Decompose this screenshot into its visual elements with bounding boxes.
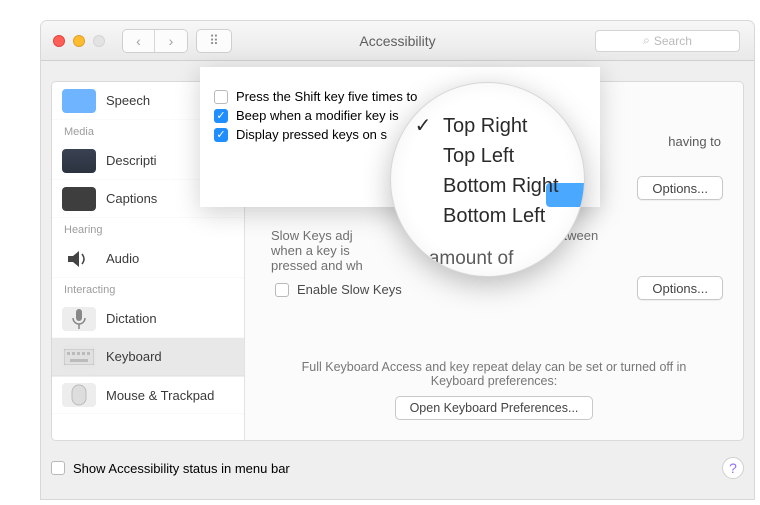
back-button[interactable]: ‹ (123, 30, 155, 52)
bottom-bar: Show Accessibility status in menu bar ? (51, 453, 744, 483)
titlebar: ‹ › ⠿ Accessibility ⌕ Search (41, 21, 754, 61)
help-button[interactable]: ? (722, 457, 744, 479)
menu-item-label: Top Right (443, 111, 528, 141)
sidebar-item-keyboard[interactable]: Keyboard (52, 338, 244, 376)
chevron-left-icon: ‹ (136, 33, 141, 49)
checkbox-label: Beep when a modifier key is (236, 108, 399, 123)
checkmark-icon: ✓ (413, 111, 433, 141)
sidebar-item-label: Captions (106, 191, 157, 206)
checkbox-label: Display pressed keys on s (236, 127, 387, 142)
microphone-icon (62, 307, 96, 331)
keyboard-footer: Full Keyboard Access and key repeat dela… (245, 360, 743, 420)
lens-extra-text: e amount of (413, 248, 513, 270)
position-menu[interactable]: ✓ Top Right Top Left Bottom Right Bottom… (413, 111, 574, 231)
show-status-checkbox[interactable] (51, 461, 65, 475)
menu-item-bottom-left[interactable]: Bottom Left (413, 201, 574, 231)
sidebar-item-mouse-trackpad[interactable]: Mouse & Trackpad (52, 376, 244, 414)
grid-icon: ⠿ (209, 33, 219, 49)
keyboard-icon (62, 345, 96, 369)
menu-item-label: Top Left (443, 141, 514, 171)
mouse-icon (62, 383, 96, 407)
captions-icon (62, 187, 96, 211)
show-status-label: Show Accessibility status in menu bar (73, 461, 290, 476)
forward-button[interactable]: › (155, 30, 187, 52)
speaker-icon (62, 247, 96, 271)
sidebar-item-label: Dictation (106, 311, 157, 326)
footer-text: Full Keyboard Access and key repeat dela… (245, 360, 743, 388)
sticky-keys-options-button[interactable]: Options... (637, 176, 723, 200)
sidebar-item-label: Audio (106, 251, 139, 266)
window-controls (53, 35, 105, 47)
sidebar-item-label: Keyboard (106, 349, 162, 364)
search-icon: ⌕ (643, 33, 650, 48)
checkbox-icon (275, 283, 289, 297)
sidebar-item-label: Mouse & Trackpad (106, 388, 214, 403)
sidebar-item-audio[interactable]: Audio (52, 240, 244, 278)
search-placeholder: Search (654, 34, 692, 48)
zoom-icon[interactable] (93, 35, 105, 47)
sidebar-item-label: Descripti (106, 153, 157, 168)
slow-keys-options-button[interactable]: Options... (637, 276, 723, 300)
magnifier-lens: s ✓ Top Right Top Left Bottom Right Bott… (390, 82, 585, 277)
checkbox-icon (214, 90, 228, 104)
checkbox-checked-icon: ✓ (214, 109, 228, 123)
sticky-desc-trailing: having to (668, 134, 721, 149)
sidebar-item-label: Speech (106, 93, 150, 108)
close-icon[interactable] (53, 35, 65, 47)
minimize-icon[interactable] (73, 35, 85, 47)
checkbox-label: Press the Shift key five times to (236, 89, 417, 104)
checkbox-checked-icon: ✓ (214, 128, 228, 142)
sidebar-item-dictation[interactable]: Dictation (52, 300, 244, 338)
menu-item-label: Bottom Left (443, 201, 545, 231)
sidebar-section-hearing: Hearing (52, 218, 244, 240)
menu-item-top-left[interactable]: Top Left (413, 141, 574, 171)
descriptions-icon (62, 149, 96, 173)
show-all-button[interactable]: ⠿ (197, 30, 231, 52)
search-field[interactable]: ⌕ Search (595, 30, 740, 52)
chevron-right-icon: › (169, 33, 174, 49)
help-icon: ? (729, 460, 737, 476)
checkbox-label: Enable Slow Keys (297, 282, 402, 297)
menu-item-top-right[interactable]: ✓ Top Right (413, 111, 574, 141)
nav-back-forward[interactable]: ‹ › (123, 30, 187, 52)
lens-ghost-text: s (572, 82, 578, 91)
speech-bubble-icon (62, 89, 96, 113)
enable-slow-keys-checkbox[interactable]: Enable Slow Keys (275, 282, 402, 297)
menu-item-label: Bottom Right (443, 171, 559, 201)
menu-item-bottom-right[interactable]: Bottom Right (413, 171, 574, 201)
sidebar-section-interacting: Interacting (52, 278, 244, 300)
open-keyboard-preferences-button[interactable]: Open Keyboard Preferences... (395, 396, 594, 420)
